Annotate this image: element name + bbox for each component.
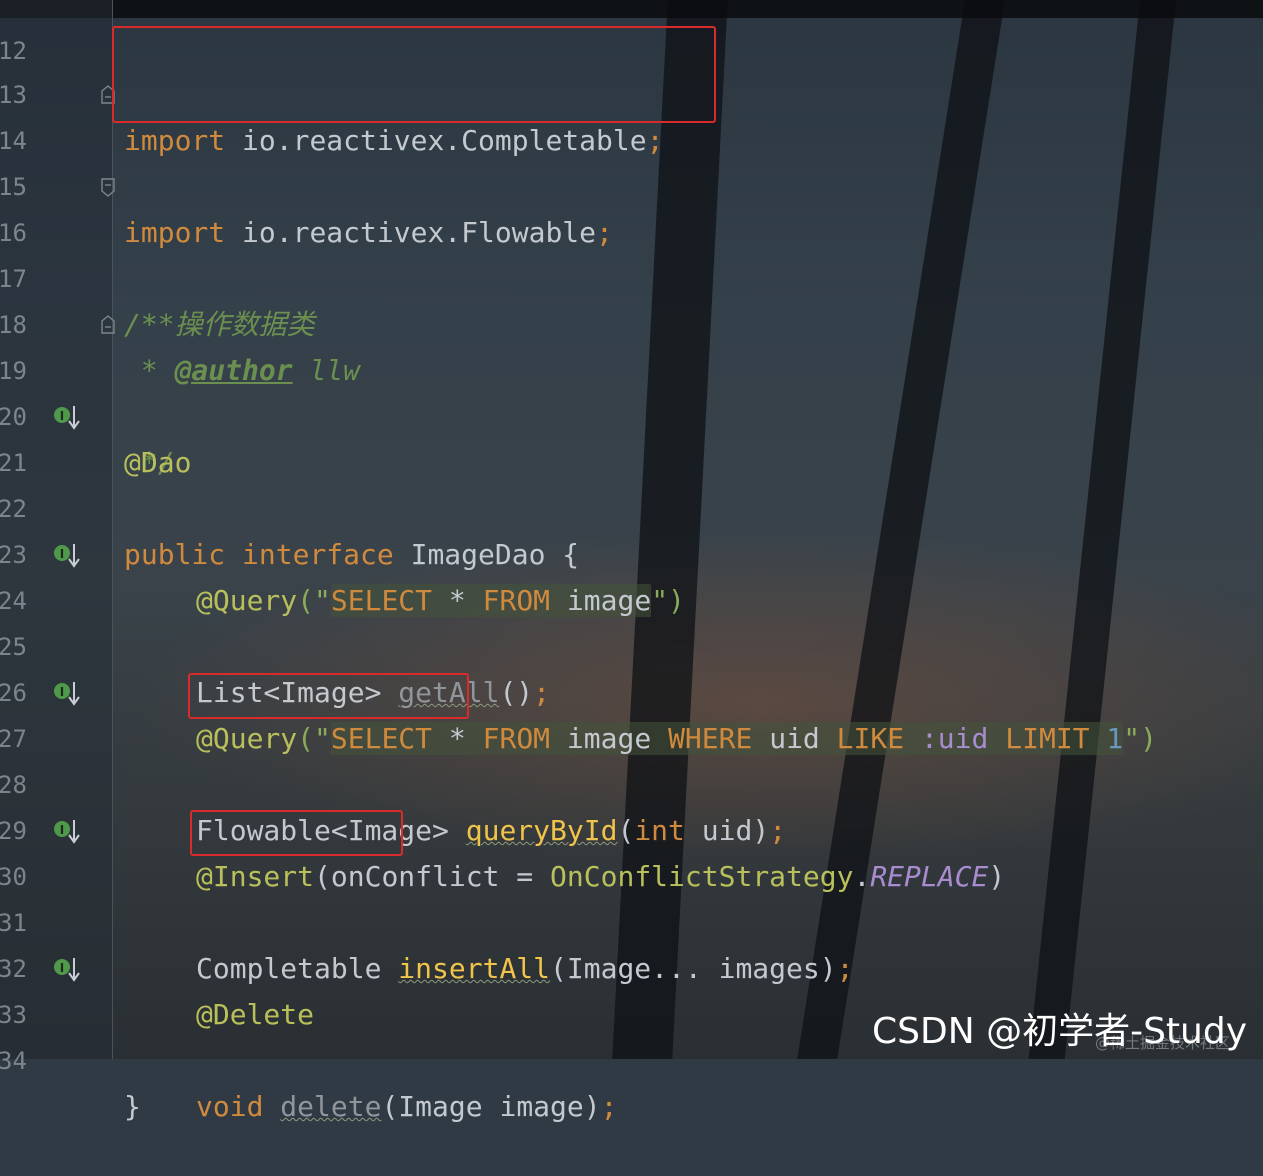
- fold-icon[interactable]: [100, 177, 116, 197]
- method-delete[interactable]: delete: [280, 1090, 381, 1123]
- code-line: 17 * 操作数据类: [0, 210, 1263, 341]
- juejin-watermark: @稀土掘金技术社区: [1095, 1034, 1231, 1052]
- code-line: 21 I public interface ImageDao {: [0, 394, 1263, 571]
- line-number: 34: [0, 1047, 27, 1075]
- svg-text:I: I: [60, 685, 64, 699]
- code-line: 18 * @author llw: [0, 256, 1263, 387]
- svg-text:I: I: [60, 547, 64, 561]
- code-line: 12: [0, 0, 1263, 65]
- highlight-box-completable: [190, 810, 403, 856]
- code-line: 29 @Insert(onConflict = OnConflictStrate…: [0, 762, 1263, 893]
- highlight-box-flowable: [188, 673, 469, 719]
- code-line: 28: [0, 716, 1263, 799]
- closing-brace: }: [124, 1090, 141, 1123]
- implemented-by-icon[interactable]: I: [52, 402, 82, 432]
- implemented-by-icon[interactable]: I: [52, 954, 82, 984]
- code-line: 16 /**: [0, 164, 1263, 341]
- code-line: 25: [0, 578, 1263, 661]
- svg-text:I: I: [60, 823, 64, 837]
- code-line: 20 @Dao: [0, 348, 1263, 479]
- svg-text:I: I: [60, 961, 64, 975]
- svg-text:I: I: [60, 409, 64, 423]
- code-line: 19 */: [0, 302, 1263, 479]
- implemented-by-icon[interactable]: I: [52, 678, 82, 708]
- implemented-by-icon[interactable]: I: [52, 816, 82, 846]
- keyword-void: void: [196, 1090, 264, 1123]
- code-line: 22: [0, 440, 1263, 523]
- code-line: 26 @Query("SELECT * FROM image WHERE uid…: [0, 624, 1263, 755]
- code-line: 23 @Query("SELECT * FROM image"): [0, 486, 1263, 617]
- code-line: 33 I void delete(Image image);: [0, 946, 1263, 1123]
- code-line: 15: [0, 118, 1263, 201]
- code-line: 24 I List<Image> getAll();: [0, 532, 1263, 709]
- fold-icon[interactable]: [100, 315, 116, 335]
- highlight-box-imports: [112, 26, 716, 123]
- code-line: 31: [0, 854, 1263, 937]
- code-line: 32 @Delete: [0, 900, 1263, 1031]
- implemented-by-icon[interactable]: I: [52, 540, 82, 570]
